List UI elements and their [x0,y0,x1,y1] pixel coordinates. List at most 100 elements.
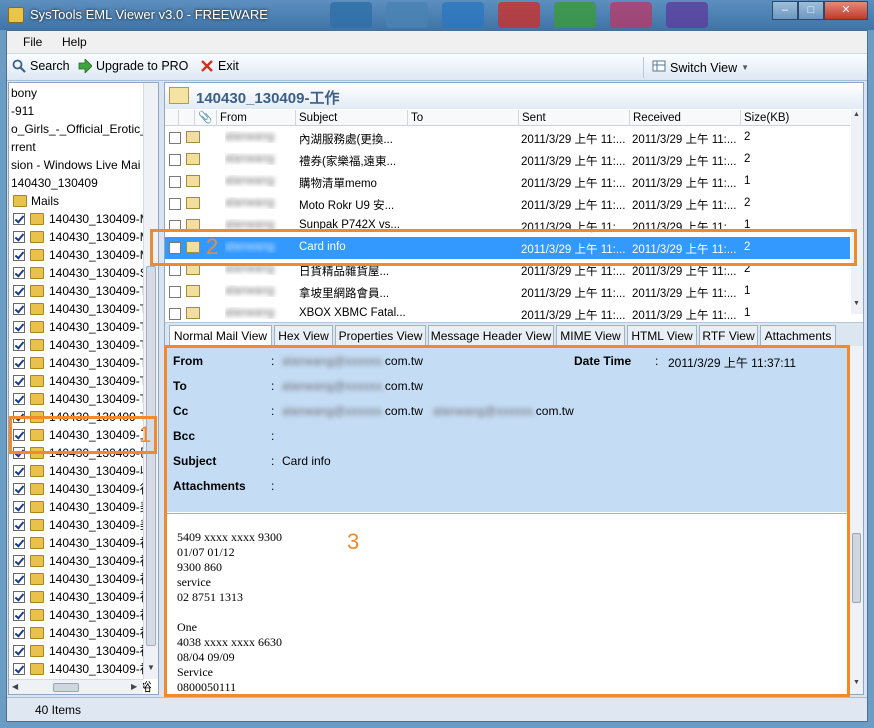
body-text-line: 01/07 01/12 [177,545,235,559]
tree-item-checkbox[interactable] [13,465,25,477]
grid-vertical-scrollbar[interactable]: ▲ ▼ [851,110,863,314]
select-all-checkbox[interactable] [165,110,179,126]
body-text-line: Service [177,665,213,679]
table-row[interactable]: alanwang Moto Rokr U9 安... 2011/3/29 上午 11… [165,193,850,215]
search-button[interactable]: Search [12,59,70,73]
tree-item-checkbox[interactable] [13,267,25,279]
column-received[interactable]: Received [630,110,741,126]
maximize-button[interactable]: □ [798,1,824,20]
scroll-thumb[interactable] [53,683,79,692]
tree-item-checkbox[interactable] [13,321,25,333]
tree-item-label: 140430_130409-裕 [49,536,152,550]
tree-item-checkbox[interactable] [13,537,25,549]
switch-view-button[interactable]: Switch View ▼ [643,57,857,78]
folder-icon [30,357,44,369]
tab-hex-view[interactable]: Hex View [274,325,333,347]
minimize-button[interactable]: – [772,1,798,20]
folder-icon [30,213,44,225]
scroll-down-icon[interactable]: ▼ [147,663,155,672]
scroll-thumb[interactable] [852,533,861,603]
mail-header-fields: From : alanwang@xxxxxx.com.tw Date Time … [165,346,849,512]
tree-item-checkbox[interactable] [13,519,25,531]
tree-vertical-scrollbar[interactable]: ▼ [143,83,158,679]
tab-mime-view[interactable]: MIME View [556,325,625,347]
tree-horizontal-scrollbar[interactable]: ◀ ▶ [9,679,143,694]
to-label: To [173,379,187,393]
tree-item-checkbox[interactable] [13,339,25,351]
table-row[interactable]: alanwang 購物清單memo 2011/3/29 上午 11:... 2011/… [165,171,850,193]
folder-title: 140430_130409-工作 [196,90,340,107]
envelope-icon [169,87,189,104]
column-sent[interactable]: Sent [519,110,630,126]
table-row[interactable]: alanwang 內湖服務處(更換... 2011/3/29 上午 11:... 20… [165,127,850,149]
close-button[interactable]: ✕ [824,1,868,20]
tree-item-checkbox[interactable] [13,249,25,261]
tree-item-checkbox[interactable] [13,501,25,513]
column-to[interactable]: To [408,110,519,126]
tree-item-label: 140430_130409-行 [49,482,152,496]
tree-item-checkbox[interactable] [13,645,25,657]
scroll-left-icon[interactable]: ◀ [12,682,18,691]
row-checkbox[interactable] [169,308,181,320]
tab-attachments[interactable]: Attachments [760,325,836,347]
table-row[interactable]: alanwang 禮券(家樂福,遠東... 2011/3/29 上午 11:... 2… [165,149,850,171]
cell-sent: 2011/3/29 上午 11:... [521,288,626,300]
tree-item-checkbox[interactable] [13,357,25,369]
table-row[interactable]: alanwang 日貨精品雜貨屋... 2011/3/29 上午 11:... 201… [165,259,850,281]
table-row[interactable]: alanwang Card info 2011/3/29 上午 11:... 2011… [165,237,850,259]
scroll-thumb[interactable] [146,266,156,646]
scroll-down-icon[interactable]: ▼ [853,679,860,686]
tree-item-checkbox[interactable] [13,609,25,621]
tree-item-label: 140430_130409-T [49,374,148,388]
tree-item-checkbox[interactable] [13,555,25,567]
column-size[interactable]: Size(KB) [741,110,850,126]
tree-item-checkbox[interactable] [13,429,25,441]
folder-icon [30,591,44,603]
body-vertical-scrollbar[interactable]: ▼ [849,346,863,694]
row-checkbox[interactable] [169,132,181,144]
tree-item-checkbox[interactable] [13,375,25,387]
tree-item-checkbox[interactable] [13,303,25,315]
menu-file[interactable]: File [23,35,42,49]
tree-item-checkbox[interactable] [13,483,25,495]
subject-value: Card info [282,454,331,468]
tree-item-checkbox[interactable] [13,573,25,585]
tab-normal-mail-view[interactable]: Normal Mail View [169,325,272,348]
tree-item-checkbox[interactable] [13,627,25,639]
table-row[interactable]: alanwang 拿坡里網路會員... 2011/3/29 上午 11:... 201… [165,281,850,303]
tree-item-checkbox[interactable] [13,213,25,225]
row-checkbox[interactable] [169,242,181,254]
scroll-down-icon[interactable]: ▼ [853,300,860,307]
exit-button[interactable]: Exit [200,59,239,73]
tree-item-checkbox[interactable] [13,231,25,243]
mail-body[interactable]: 5409 xxxx xxxx 9300 01/07 01/12 9300 860 se… [165,513,849,694]
tree-item-checkbox[interactable] [13,285,25,297]
scroll-up-icon[interactable]: ▲ [853,111,860,118]
row-checkbox[interactable] [169,286,181,298]
document-icon [179,110,195,126]
cell-received: 2011/3/29 上午 11:... [632,310,737,322]
subject-label: Subject [173,454,217,468]
menu-help[interactable]: Help [62,35,87,49]
tab-html-view[interactable]: HTML View [627,325,697,347]
upgrade-button[interactable]: Upgrade to PRO [78,58,188,74]
tree-item-checkbox[interactable] [13,411,25,423]
column-from[interactable]: From [217,110,296,126]
column-subject[interactable]: Subject [296,110,408,126]
row-checkbox[interactable] [169,198,181,210]
folder-icon [30,375,44,387]
table-row[interactable]: alanwang Sunpak P742X vs... 2011/3/29 上午 1… [165,215,850,237]
tab-rtf-view[interactable]: RTF View [699,325,758,347]
scroll-right-icon[interactable]: ▶ [131,682,137,691]
window-title: SysTools EML Viewer v3.0 - FREEWARE [30,7,268,22]
tab-message-header-view[interactable]: Message Header View [428,325,554,347]
row-checkbox[interactable] [169,264,181,276]
row-checkbox[interactable] [169,220,181,232]
tree-item-checkbox[interactable] [13,663,25,675]
tree-item-checkbox[interactable] [13,393,25,405]
row-checkbox[interactable] [169,154,181,166]
row-checkbox[interactable] [169,176,181,188]
tree-item-checkbox[interactable] [13,591,25,603]
tree-item-checkbox[interactable] [13,447,25,459]
tab-properties-view[interactable]: Properties View [335,325,426,347]
